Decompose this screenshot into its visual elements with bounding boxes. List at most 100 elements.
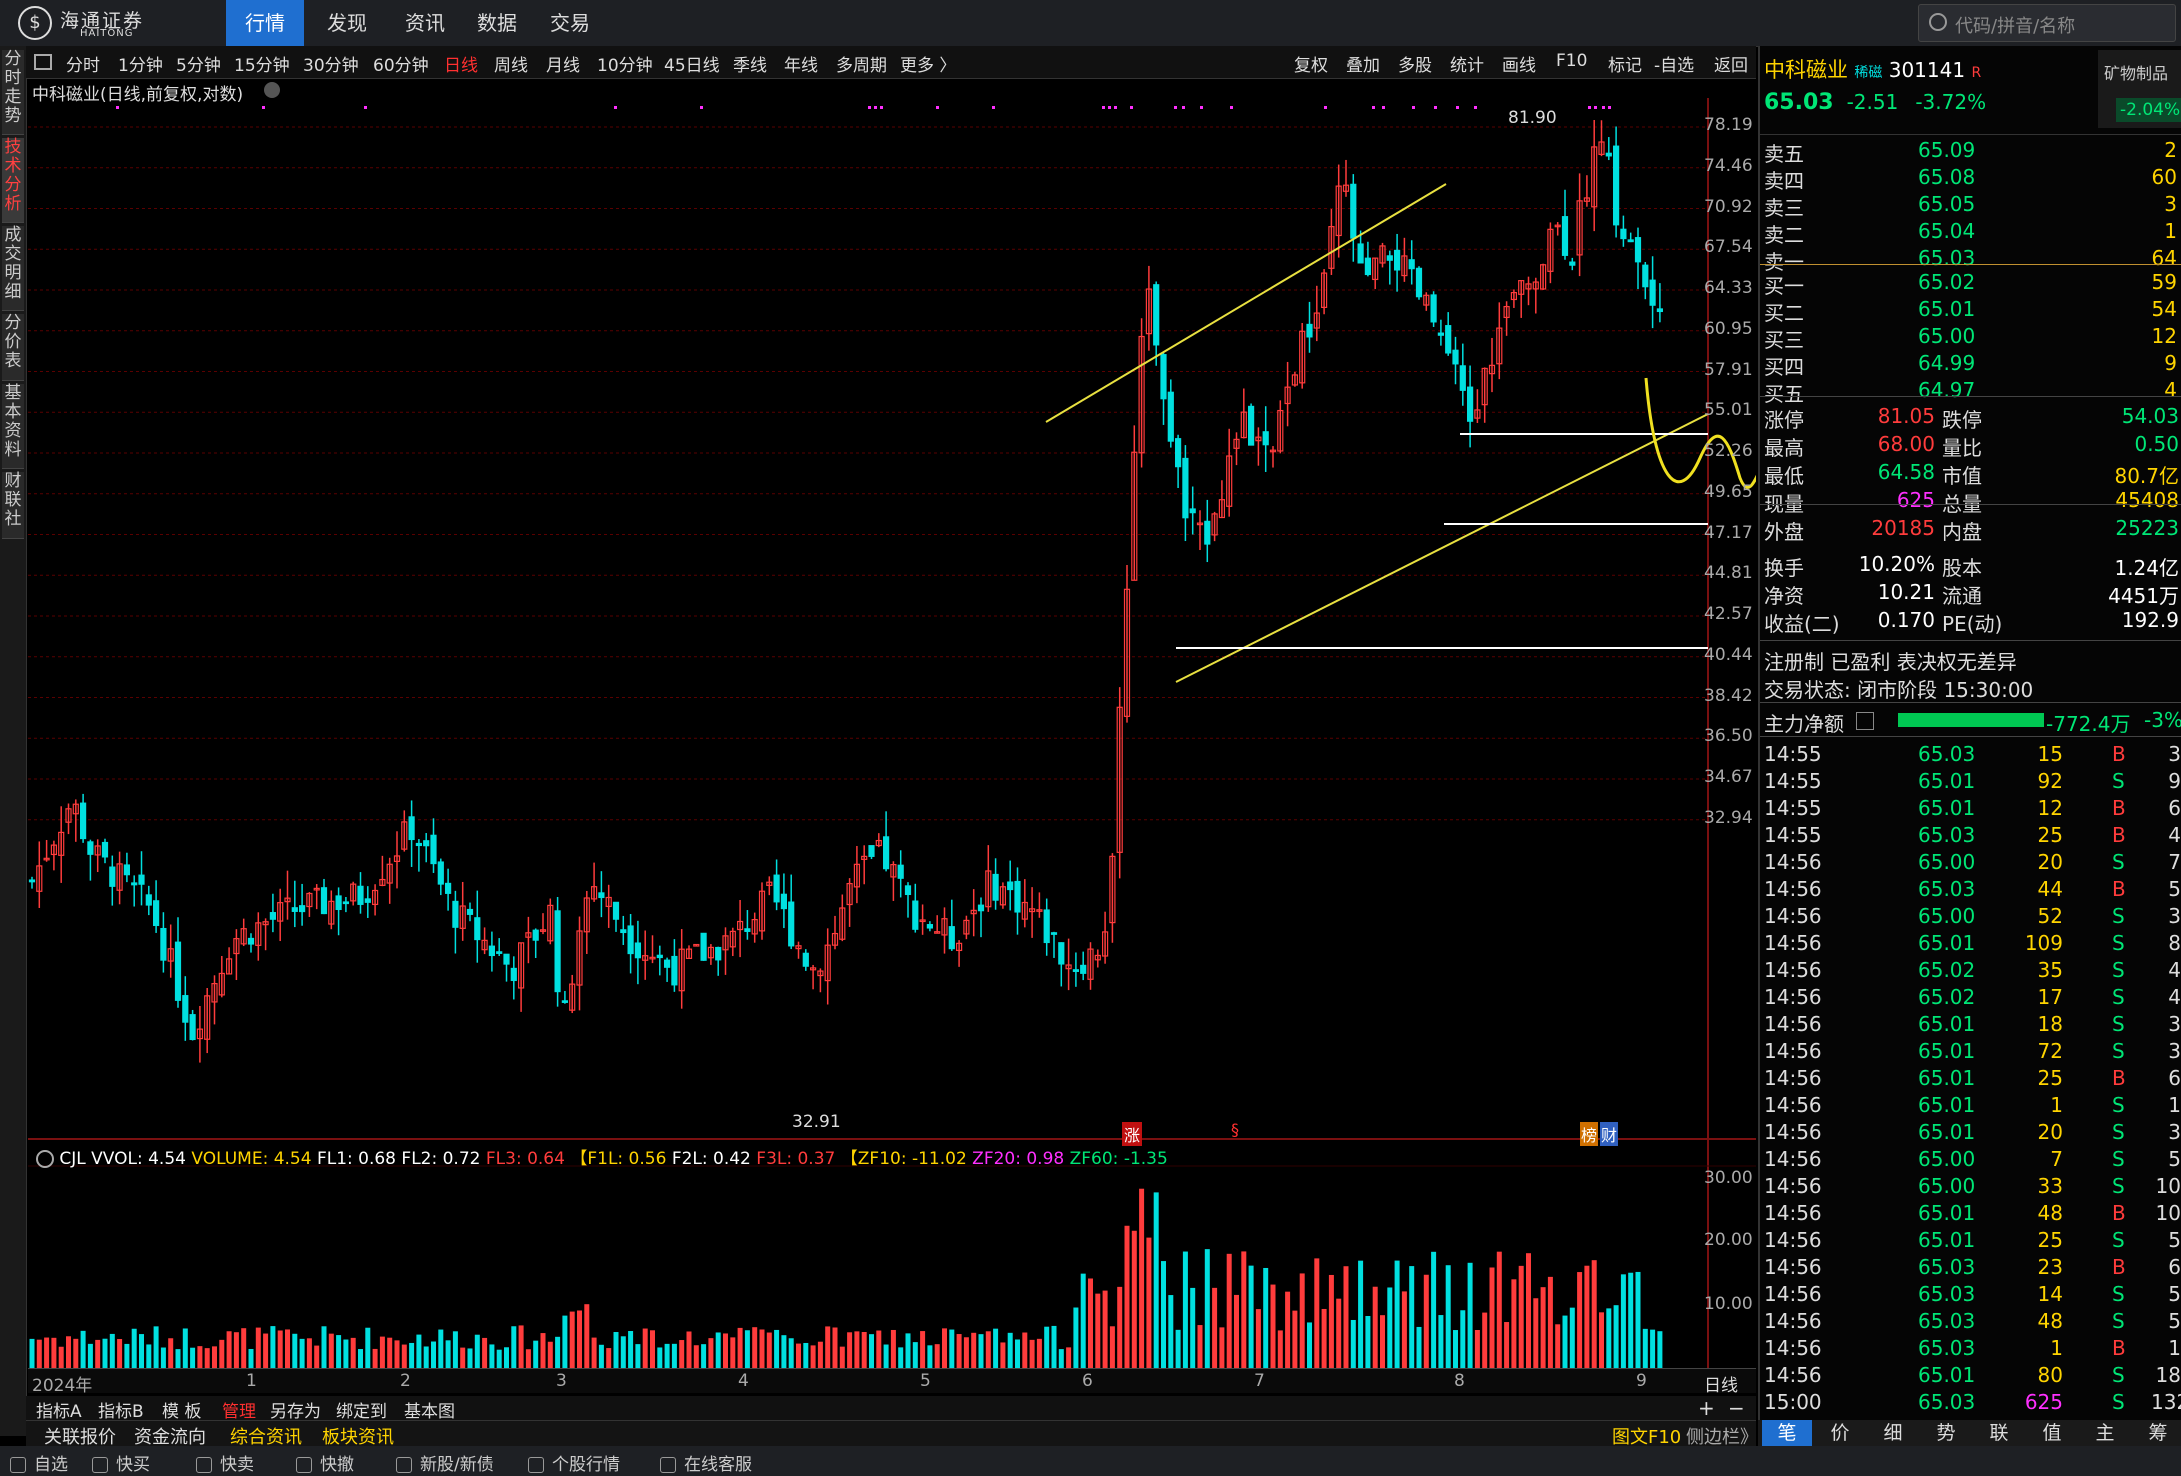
- period-30min[interactable]: 30分钟: [303, 51, 359, 76]
- vtab-basic-info[interactable]: 基本资料: [2, 384, 24, 469]
- x-period-label[interactable]: 日线: [1704, 1371, 1738, 1396]
- volume-bar: [708, 1338, 714, 1368]
- right-tab[interactable]: 笔: [1762, 1420, 1812, 1446]
- ranking-marker[interactable]: 榜: [1580, 1122, 1599, 1146]
- period-60min[interactable]: 60分钟: [373, 51, 429, 76]
- candle-body: [1445, 325, 1452, 354]
- period-weekly[interactable]: 周线: [494, 51, 528, 76]
- period-multi[interactable]: 多周期: [836, 51, 887, 76]
- nav-tab-news[interactable]: 资讯: [388, 0, 462, 46]
- period-quarter[interactable]: 季线: [733, 51, 767, 76]
- bid-price[interactable]: 64.97: [1918, 378, 1975, 402]
- tool-stats[interactable]: 统计: [1450, 51, 1484, 76]
- candle-body: [1182, 457, 1189, 519]
- volume-bar: [1270, 1284, 1276, 1368]
- volume-bar: [620, 1336, 626, 1368]
- tick-volume: 35: [2037, 958, 2063, 982]
- right-tab[interactable]: 筹: [2133, 1420, 2181, 1446]
- period-1min[interactable]: 1分钟: [118, 51, 163, 76]
- bid-price[interactable]: 65.01: [1918, 297, 1975, 321]
- ask-price[interactable]: 65.05: [1918, 192, 1975, 216]
- ask-volume: 1: [2164, 219, 2177, 243]
- candle-body: [1569, 261, 1576, 266]
- period-10min[interactable]: 10分钟: [597, 51, 653, 76]
- price-axis-label: 36.50: [1704, 726, 1753, 747]
- ask-price[interactable]: 65.08: [1918, 165, 1975, 189]
- bid-price[interactable]: 65.00: [1918, 324, 1975, 348]
- bid-price[interactable]: 64.99: [1918, 351, 1975, 375]
- nav-tab-data[interactable]: 数据: [460, 0, 534, 46]
- period-year[interactable]: 年线: [784, 51, 818, 76]
- right-tab[interactable]: 价: [1815, 1420, 1865, 1446]
- event-marker[interactable]: §: [1231, 1120, 1239, 1139]
- status-item[interactable]: 新股/新债: [396, 1450, 494, 1475]
- kline-chart[interactable]: [28, 78, 1756, 1398]
- right-tab[interactable]: 主: [2080, 1420, 2130, 1446]
- tool-multi-stock[interactable]: 多股: [1398, 51, 1432, 76]
- sector-box[interactable]: 矿物制品 -2.04%: [2098, 50, 2181, 128]
- ask-price[interactable]: 65.09: [1918, 138, 1975, 162]
- right-tab[interactable]: 值: [2027, 1420, 2077, 1446]
- finance-marker[interactable]: 财: [1600, 1122, 1619, 1146]
- volume-bar: [29, 1338, 35, 1368]
- zoom-in-icon[interactable]: +: [1698, 1396, 1715, 1420]
- tick-row: 14:56 65.01 25 B 6: [1760, 1066, 2181, 1093]
- tool-mark[interactable]: 标记: [1608, 51, 1642, 76]
- candle-body: [554, 910, 561, 993]
- basic-chart-button[interactable]: 基本图: [404, 1397, 455, 1422]
- indicator-a-button[interactable]: 指标A: [36, 1397, 82, 1422]
- tool-fuquan[interactable]: 复权: [1294, 51, 1328, 76]
- volume-bar: [452, 1331, 458, 1368]
- status-item[interactable]: 自选: [10, 1450, 68, 1475]
- save-as-button[interactable]: 另存为: [270, 1397, 321, 1422]
- indicator-b-button[interactable]: 指标B: [98, 1397, 144, 1422]
- status-item[interactable]: 快撤: [296, 1450, 354, 1475]
- status-item[interactable]: 快卖: [196, 1450, 254, 1475]
- ask-price[interactable]: 65.04: [1918, 219, 1975, 243]
- bind-to-button[interactable]: 绑定到: [336, 1397, 387, 1422]
- vtab-intraday[interactable]: 分时走势: [2, 50, 24, 135]
- candle-body: [247, 937, 255, 945]
- status-item[interactable]: 在线客服: [660, 1450, 752, 1475]
- nav-tab-discover[interactable]: 发现: [310, 0, 384, 46]
- right-tab[interactable]: 细: [1868, 1420, 1918, 1446]
- right-tab[interactable]: 势: [1921, 1420, 1971, 1446]
- high-price-label: 81.90: [1508, 108, 1557, 128]
- period-daily[interactable]: 日线: [444, 51, 478, 76]
- vtab-technical[interactable]: 技术分析: [2, 138, 24, 223]
- status-item[interactable]: 快买: [92, 1450, 150, 1475]
- layout-icon[interactable]: [34, 54, 52, 70]
- search-input[interactable]: 代码/拼音/名称: [1918, 4, 2176, 42]
- tool-f10[interactable]: F10: [1556, 51, 1587, 71]
- nav-tab-market[interactable]: 行情: [226, 0, 304, 46]
- right-tab[interactable]: 联: [1974, 1420, 2024, 1446]
- zoom-out-icon[interactable]: −: [1728, 1396, 1745, 1420]
- volume-bar: [1599, 1312, 1604, 1368]
- candle-body: [101, 841, 109, 858]
- tick-row: 14:56 65.02 17 S 4: [1760, 985, 2181, 1012]
- vtab-cls[interactable]: 财联社: [2, 472, 24, 539]
- vtab-price-table[interactable]: 分价表: [2, 314, 24, 381]
- nav-tab-trade[interactable]: 交易: [533, 0, 607, 46]
- tool-draw[interactable]: 画线: [1502, 51, 1536, 76]
- period-45day[interactable]: 45日线: [664, 51, 720, 76]
- period-5min[interactable]: 5分钟: [176, 51, 221, 76]
- stat2-label: 收益(二): [1764, 612, 1840, 636]
- ask-price[interactable]: 65.03: [1918, 246, 1975, 270]
- vtab-trade-detail[interactable]: 成交明细: [2, 226, 24, 311]
- settings-icon[interactable]: [36, 1150, 54, 1168]
- manage-button[interactable]: 管理: [222, 1397, 256, 1422]
- tool-remove-watch[interactable]: -自选: [1654, 51, 1694, 76]
- period-monthly[interactable]: 月线: [546, 51, 580, 76]
- limit-up-marker[interactable]: 涨: [1122, 1122, 1143, 1146]
- tool-overlay[interactable]: 叠加: [1346, 51, 1380, 76]
- period-more[interactable]: 更多 〉: [900, 51, 956, 76]
- list-icon[interactable]: [1856, 712, 1874, 730]
- event-dot: [364, 106, 367, 109]
- template-button[interactable]: 模 板: [162, 1397, 201, 1422]
- period-fenshi[interactable]: 分时: [66, 51, 100, 76]
- bid-price[interactable]: 65.02: [1918, 270, 1975, 294]
- period-15min[interactable]: 15分钟: [234, 51, 290, 76]
- status-item[interactable]: 个股行情: [528, 1450, 620, 1475]
- tool-back[interactable]: 返回: [1714, 51, 1748, 76]
